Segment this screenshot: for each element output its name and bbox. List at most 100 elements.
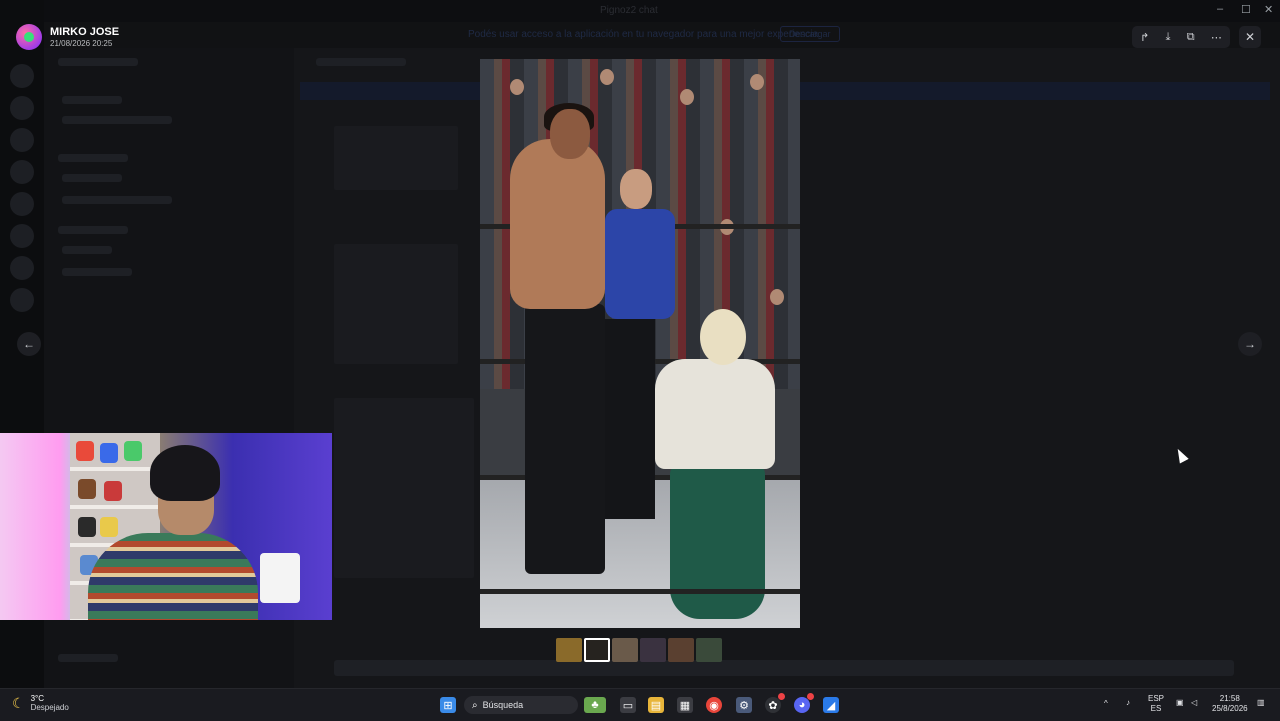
server-icon[interactable] [10,256,34,280]
server-icon[interactable] [10,288,34,312]
thumbnail-2[interactable] [584,638,610,662]
referee [620,169,652,209]
crowd-face [600,69,614,85]
clock[interactable]: 21:58 25/8/2026 [1212,694,1248,714]
notifications-icon[interactable]: ▥ [1257,698,1265,708]
thumbnail-1[interactable] [556,638,582,662]
store-icon[interactable]: ▦ [677,697,693,713]
attachment-preview [334,398,474,578]
notice-button[interactable]: Descargar [780,26,840,42]
wrestler [510,139,605,309]
category-label [58,226,128,234]
thumbnail-strip [556,638,722,662]
thumbnail-5[interactable] [668,638,694,662]
author-name: MIRKO JOSE [50,26,120,38]
thumbnail-3[interactable] [612,638,638,662]
widget-icon[interactable]: ♣ [584,697,606,713]
author-date: 21/08/2026 20:25 [50,39,113,48]
ring-rope [480,589,800,594]
message-input [334,660,1234,676]
open-external-icon[interactable]: ⧉ [1187,31,1195,44]
streamer [150,445,220,501]
window-title: Pignoz2 chat [600,5,658,16]
server-icon[interactable] [10,128,34,152]
arrow-right-icon: → [1244,337,1256,351]
language-bottom: ES [1150,704,1162,713]
channel-item[interactable] [62,268,132,276]
media-image[interactable] [480,59,800,628]
next-button[interactable]: → [1238,332,1262,356]
app-icon[interactable]: ✿ [765,693,785,713]
taskbar: ☾ 3°C Despejado ⊞ ⌕ Búsqueda ♣ ▭ ▤ ▦ ◉ ⚙… [0,688,1280,721]
more-icon[interactable]: ⋯ [1211,31,1222,44]
small-wrestler [700,309,746,365]
network-icon[interactable]: ▣ [1176,698,1184,708]
referee [605,209,675,319]
channel-header [316,58,406,66]
share-icon[interactable]: ↱ [1140,31,1149,44]
channel-item[interactable] [62,174,122,182]
toy [104,481,122,501]
channel-item[interactable] [62,246,112,254]
download-notice: Podés usar acceso a la aplicación en tu … [468,29,821,40]
settings-icon[interactable]: ⚙ [736,697,752,713]
language-top: ESP [1148,694,1165,703]
webcam-overlay [0,433,332,620]
microphone-icon[interactable]: ♪ [1126,698,1130,708]
small-wrestler [670,464,765,619]
window-close-icon[interactable]: ✕ [1264,3,1273,16]
crowd-face [770,289,784,305]
notification-badge [807,693,814,700]
channel-item[interactable] [62,196,172,204]
server-icon[interactable] [10,224,34,248]
server-icon[interactable] [10,64,34,88]
toy [124,441,142,461]
toy [100,517,118,537]
poster [260,553,300,603]
discord-icon[interactable]: ◕ [794,693,814,713]
previous-button[interactable]: ← [17,332,41,356]
maximize-icon[interactable]: ☐ [1241,3,1251,16]
close-viewer-button[interactable]: ✕ [1239,26,1261,48]
toy [78,479,96,499]
minimize-icon[interactable]: – [1217,3,1223,15]
user-panel [58,654,118,662]
weather-temp: 3°C [30,694,44,703]
small-wrestler [655,359,775,469]
search-label: Búsqueda [482,700,524,710]
wrestler [550,109,590,159]
download-icon[interactable]: ⤓ [1166,31,1171,44]
volume-icon[interactable]: ◁ [1191,698,1197,708]
attachment-preview [334,244,458,364]
toy [100,443,118,463]
thumbnail-6[interactable] [696,638,722,662]
category-label [58,154,128,162]
search-box[interactable]: ⌕ Búsqueda [464,696,578,714]
wrestler [525,304,605,574]
chrome-icon[interactable]: ◉ [706,697,722,713]
channel-item[interactable] [62,96,122,104]
channel-item[interactable] [62,116,172,124]
moon-icon: ☾ [12,694,25,711]
attachment-preview [334,126,458,190]
language-indicator[interactable]: ESP ES [1148,694,1164,714]
avatar[interactable] [16,24,42,50]
server-icon[interactable] [10,192,34,216]
crowd-face [510,79,524,95]
weather-desc: Despejado [30,703,69,712]
notification-badge [778,693,785,700]
crowd-face [680,89,694,105]
window-titlebar: Pignoz2 chat – ☐ ✕ [0,0,1280,22]
streamer [88,533,258,620]
thumbnail-4[interactable] [640,638,666,662]
chevron-up-icon[interactable]: ^ [1104,699,1108,709]
viewer-author: MIRKO JOSE 21/08/2026 20:25 [16,24,119,50]
server-name [58,58,138,66]
weather-widget[interactable]: ☾ 3°C Despejado [12,694,69,712]
server-icon[interactable] [10,160,34,184]
photos-icon[interactable]: ◢ [823,697,839,713]
server-icon[interactable] [10,96,34,120]
file-explorer-icon[interactable]: ▤ [648,697,664,713]
task-view-icon[interactable]: ▭ [620,697,636,713]
windows-start-icon[interactable]: ⊞ [440,697,456,713]
